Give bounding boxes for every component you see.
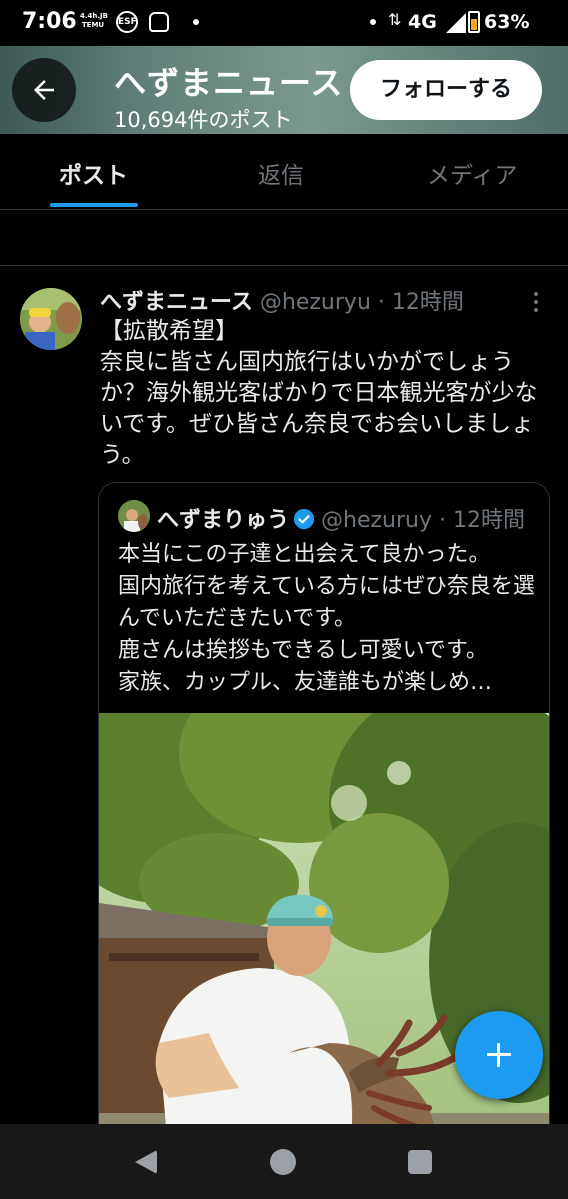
quote-avatar-image (118, 500, 150, 532)
notification-dot-icon (193, 19, 199, 25)
verified-badge-icon (293, 508, 315, 530)
shopping-bag-icon (149, 12, 169, 32)
battery-icon (468, 11, 480, 33)
tweet-text: 【拡散希望】 奈良に皆さん国内旅行はいかがでしょうか？海外観光客ばかりで日本観光… (100, 318, 538, 468)
quote-timestamp: · 12時間 (439, 508, 525, 533)
data-arrows-icon: ⇅ (388, 10, 402, 29)
quote-text: 本当にこの子達と出会えて良かった。 国内旅行を考えている方にはぜひ奈良を選んでい… (118, 542, 535, 695)
nav-back-icon[interactable] (135, 1150, 157, 1174)
active-tab-indicator (50, 203, 138, 207)
quote-author-name: へずまりゅう (157, 508, 290, 533)
profile-name: へずまニュース (114, 64, 344, 102)
tab-posts[interactable]: ポスト (59, 156, 128, 190)
follow-button[interactable]: フォローする (350, 60, 542, 120)
nav-recents-icon[interactable] (408, 1150, 432, 1174)
quote-avatar (118, 500, 150, 532)
battery-level-fill (471, 19, 477, 30)
system-nav-bar (0, 1124, 568, 1199)
network-type: 4G (408, 11, 437, 33)
temu-sub-label: 4.4h.JB (80, 12, 108, 20)
signal-icon (446, 13, 466, 33)
status-dot-icon (370, 19, 376, 25)
tweet-header: へずまニュース @hezuryu · 12時間 (100, 284, 464, 316)
profile-tabs: ポスト 返信 メディア (0, 134, 568, 210)
status-time: 7:06 (22, 9, 77, 34)
avatar[interactable] (20, 288, 82, 350)
esf-notification-icon: ESF (116, 11, 138, 33)
temu-label: TEMU (81, 21, 105, 29)
status-bar: 7:06 4.4h.JB TEMU ESF ⇅ 4G 63% (0, 0, 568, 46)
tab-media[interactable]: メディア (427, 156, 517, 190)
back-button[interactable] (12, 58, 76, 122)
arrow-left-icon (34, 80, 54, 100)
temu-notification-icon: 4.4h.JB TEMU (80, 12, 108, 32)
avatar-image (20, 288, 82, 350)
tab-replies[interactable]: 返信 (258, 156, 304, 190)
nav-home-icon[interactable] (270, 1149, 296, 1175)
profile-header: へずまニュース 10,694件のポスト フォローする (0, 46, 568, 134)
compose-button[interactable] (455, 1011, 543, 1099)
tweet-author-name[interactable]: へずまニュース (100, 290, 253, 315)
feed-divider (0, 265, 568, 266)
post-count: 10,694件のポスト (114, 108, 293, 132)
more-vertical-icon[interactable] (533, 290, 539, 314)
quote-header: へずまりゅう @hezuruy · 12時間 (157, 502, 525, 534)
quote-author-handle: @hezuruy (321, 508, 432, 533)
battery-percent: 63% (484, 11, 530, 33)
tweet-timestamp[interactable]: · 12時間 (378, 290, 464, 315)
tweet-author-handle[interactable]: @hezuryu (260, 290, 371, 315)
